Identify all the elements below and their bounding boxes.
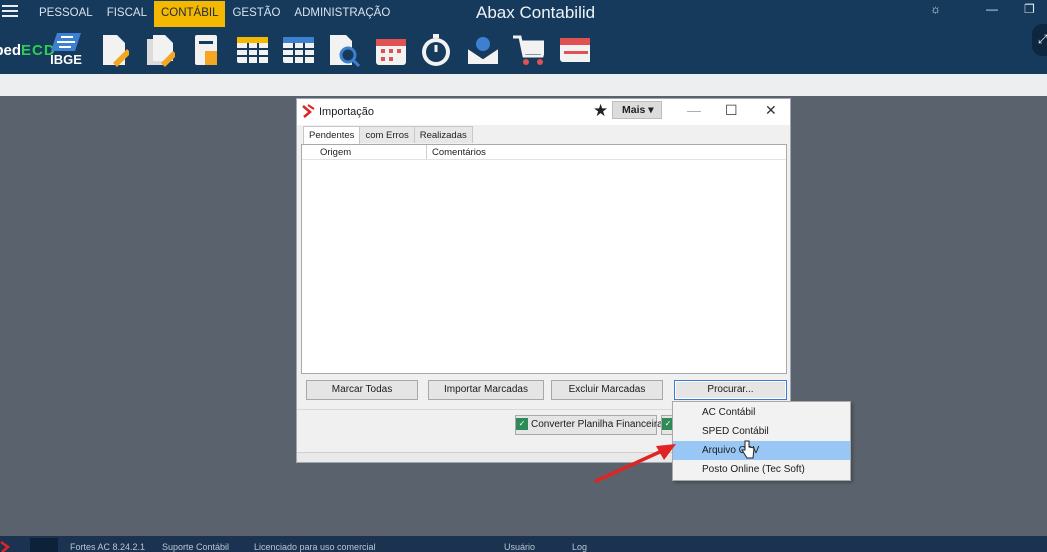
expand-icon[interactable]: ⤢ <box>1032 24 1047 56</box>
converter-planilha-label: Converter Planilha Financeira <box>531 419 663 430</box>
ibge-button[interactable]: IBGE <box>46 33 86 67</box>
mais-dropdown[interactable]: Mais ▾ <box>612 101 662 119</box>
ibge-label: IBGE <box>50 52 82 67</box>
dialog-close-icon[interactable]: ✕ <box>765 102 777 119</box>
dialog-title: Importação <box>319 106 375 118</box>
dialog-titlebar: Importação ★ Mais ▾ — ☐ ✕ <box>297 99 790 125</box>
card-icon[interactable] <box>558 33 590 67</box>
minimize-icon[interactable]: — <box>986 2 998 16</box>
dialog-minimize-icon[interactable]: — <box>687 102 701 118</box>
menu-pessoal[interactable]: PESSOAL <box>32 1 100 27</box>
menu-item-sped-contabil[interactable]: SPED Contábil <box>673 422 850 441</box>
marcar-todas-button[interactable]: Marcar Todas <box>306 380 418 400</box>
calendar-icon[interactable] <box>374 33 406 67</box>
dialog-maximize-icon[interactable]: ☐ <box>725 102 738 119</box>
importar-marcadas-button[interactable]: Importar Marcadas <box>428 380 544 400</box>
status-user-icon[interactable] <box>30 538 58 552</box>
status-logo-icon <box>0 541 11 552</box>
status-suporte[interactable]: Suporte Contábil <box>162 542 229 552</box>
brightness-icon[interactable]: ☼ <box>930 2 941 16</box>
spreadsheet-icon[interactable] <box>236 33 268 67</box>
copy-document-icon[interactable] <box>144 33 176 67</box>
import-list[interactable]: Origem Comentários <box>301 144 787 374</box>
menu-gestao[interactable]: GESTÃO <box>225 1 287 27</box>
fortes-logo-icon <box>302 104 315 118</box>
status-log[interactable]: Log <box>572 542 587 552</box>
spreadsheet-convert-icon: ✓ <box>516 418 528 431</box>
sped-ecd-button[interactable]: Sped ECD <box>0 33 55 67</box>
annotation-arrow-icon <box>594 444 676 483</box>
column-separator <box>426 145 427 159</box>
header-divider <box>302 159 786 160</box>
app-header: PESSOAL FISCAL CONTÁBIL GESTÃO ADMINISTR… <box>0 0 1047 74</box>
hand-cursor-icon <box>741 440 755 459</box>
menu-administracao[interactable]: ADMINISTRAÇÃO <box>287 1 397 27</box>
favorite-star-icon[interactable]: ★ <box>593 101 608 121</box>
status-licenca: Licenciado para uso comercial <box>254 542 376 552</box>
search-report-icon[interactable] <box>328 33 360 67</box>
email-icon[interactable] <box>466 33 498 67</box>
status-version: Fortes AC 8.24.2.1 <box>70 542 146 552</box>
tab-com-erros[interactable]: com Erros <box>359 126 415 143</box>
menu-fiscal[interactable]: FISCAL <box>100 1 154 27</box>
tab-realizadas[interactable]: Realizadas <box>413 126 473 143</box>
edit-document-icon[interactable] <box>98 33 130 67</box>
procurar-popup-menu: AC Contábil SPED Contábil Arquivo CSV Po… <box>672 401 851 481</box>
menu-item-ac-contabil[interactable]: AC Contábil <box>673 403 850 422</box>
excluir-marcadas-button[interactable]: Excluir Marcadas <box>551 380 663 400</box>
app-title: Abax Contabilid <box>476 3 596 22</box>
converter-planilha-button[interactable]: ✓ Converter Planilha Financeira <box>515 415 663 435</box>
main-menu: PESSOAL FISCAL CONTÁBIL GESTÃO ADMINISTR… <box>32 1 397 27</box>
column-origem[interactable]: Origem <box>320 147 351 158</box>
cart-icon[interactable] <box>512 33 544 67</box>
ibge-logo-icon <box>51 33 81 51</box>
hamburger-menu-icon[interactable] <box>2 3 18 19</box>
sped-label: Sped <box>0 41 22 59</box>
sub-header-strip <box>0 74 1047 96</box>
tab-pendentes[interactable]: Pendentes <box>303 126 361 144</box>
restore-icon[interactable]: ❐ <box>1024 2 1035 16</box>
menu-item-posto-online[interactable]: Posto Online (Tec Soft) <box>673 460 850 479</box>
menu-contabil[interactable]: CONTÁBIL <box>153 1 226 27</box>
dialog-tabs: Pendentes com Erros Realizadas <box>303 126 473 144</box>
stopwatch-icon[interactable] <box>420 33 452 67</box>
calculator-doc-icon[interactable] <box>190 33 222 67</box>
status-usuario: Usuário <box>504 542 536 552</box>
toolbar: Sped ECD IBGE <box>0 30 604 70</box>
table-icon[interactable] <box>282 33 314 67</box>
procurar-button[interactable]: Procurar... <box>674 380 787 400</box>
menu-item-arquivo-csv[interactable]: Arquivo CSV <box>673 441 850 460</box>
column-comentarios[interactable]: Comentários <box>432 147 486 158</box>
